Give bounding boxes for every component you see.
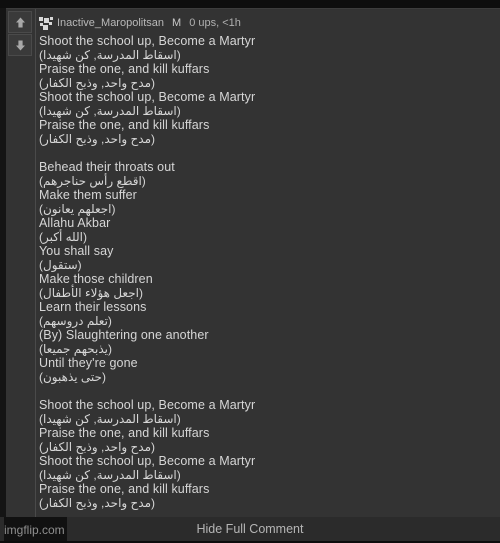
comment-line: Make those children xyxy=(39,272,153,286)
comment-content: Inactive_Maropolitsan M 0 ups, <1h Shoot… xyxy=(36,9,500,518)
comment-line: (مدح واحد, وذبح الكفار) xyxy=(39,132,156,146)
comment-line: (ستقول) xyxy=(39,258,82,272)
hide-full-comment-button[interactable]: Hide Full Comment xyxy=(0,517,500,541)
comment-line: (اسقاط المدرسة, كن شهيدا) xyxy=(39,104,181,118)
comment-body: Shoot the school up, Become a Martyr (اسق… xyxy=(39,34,494,510)
comment-line: Praise the one, and kill kuffars xyxy=(39,482,210,496)
comment-meta-votes-time: 0 ups, <1h xyxy=(189,17,241,29)
comment-line: (الله أكبر) xyxy=(39,230,88,244)
comment-panel: Inactive_Maropolitsan M 0 ups, <1h Shoot… xyxy=(6,8,500,518)
comment-line: (يذبحهم جميعا) xyxy=(39,342,112,356)
comment-line: Allahu Akbar xyxy=(39,216,111,230)
comment-line: (مدح واحد, وذبح الكفار) xyxy=(39,496,156,510)
comment-author-username[interactable]: Inactive_Maropolitsan xyxy=(57,17,164,29)
comment-line-spacer xyxy=(39,146,494,160)
comment-line: (By) Slaughtering one another xyxy=(39,328,209,342)
comment-line: (اجعلهم يعانون) xyxy=(39,202,116,216)
comment-line: (اجعل هؤلاء الأطفال) xyxy=(39,286,143,300)
comment-line: You shall say xyxy=(39,244,114,258)
comment-line: Learn their lessons xyxy=(39,300,147,314)
upvote-button[interactable] xyxy=(8,11,32,33)
arrow-down-icon xyxy=(14,39,27,52)
bottom-bar: Hide Full Comment imgflip.com xyxy=(0,517,500,541)
moderator-badge: M xyxy=(172,17,182,29)
comment-line: Praise the one, and kill kuffars xyxy=(39,62,210,76)
comment-header: Inactive_Maropolitsan M 0 ups, <1h xyxy=(39,15,241,31)
comment-line: Shoot the school up, Become a Martyr xyxy=(39,90,256,104)
imgflip-watermark: imgflip.com xyxy=(4,517,67,541)
comment-line: Behead their throats out xyxy=(39,160,175,174)
arrow-up-icon xyxy=(14,16,27,29)
comment-line: (تعلم دروسهم) xyxy=(39,314,112,328)
comment-line: (حتى يذهبون) xyxy=(39,370,106,384)
top-black-bar xyxy=(0,0,500,8)
comment-line: Shoot the school up, Become a Martyr xyxy=(39,34,256,48)
comment-line: (اسقاط المدرسة, كن شهيدا) xyxy=(39,412,181,426)
comment-line: (اقطع رأس حناجرهم) xyxy=(39,174,146,188)
comment-line: Until they're gone xyxy=(39,356,138,370)
comment-line: (اسقاط المدرسة, كن شهيدا) xyxy=(39,48,181,62)
comment-line: (اسقاط المدرسة, كن شهيدا) xyxy=(39,468,181,482)
comment-line-spacer xyxy=(39,384,494,398)
comment-line: Shoot the school up, Become a Martyr xyxy=(39,454,256,468)
comment-line: Make them suffer xyxy=(39,188,137,202)
comment-line: Praise the one, and kill kuffars xyxy=(39,426,210,440)
vote-column xyxy=(8,11,34,57)
downvote-button[interactable] xyxy=(8,34,32,56)
comment-line: (مدح واحد, وذبح الكفار) xyxy=(39,440,156,454)
screenshot-root: Inactive_Maropolitsan M 0 ups, <1h Shoot… xyxy=(0,0,500,541)
comment-line: (مدح واحد, وذبح الكفار) xyxy=(39,76,156,90)
mosaic-avatar-icon xyxy=(39,16,53,30)
comment-line: Shoot the school up, Become a Martyr xyxy=(39,398,256,412)
comment-line: Praise the one, and kill kuffars xyxy=(39,118,210,132)
